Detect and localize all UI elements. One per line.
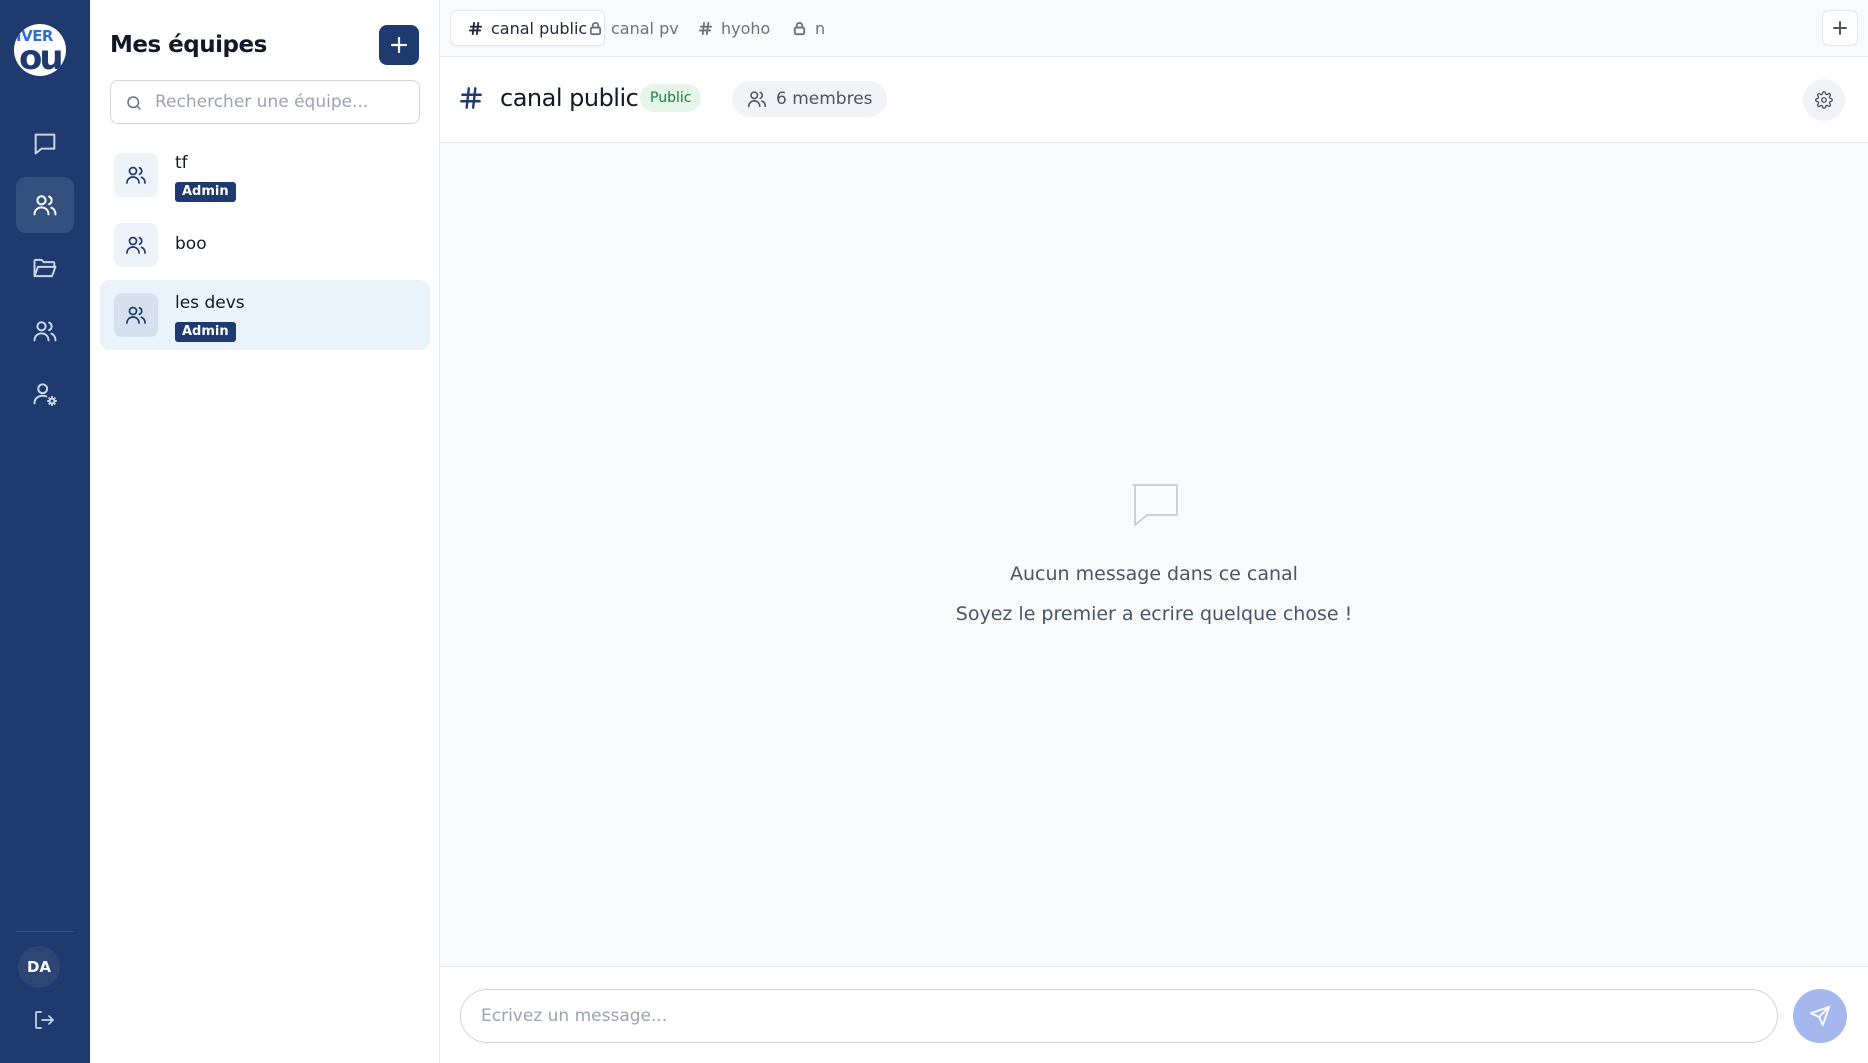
visibility-badge: Public [640,84,702,112]
chat-bubble-icon [1127,477,1183,533]
team-item-boo[interactable]: boo [100,210,430,280]
lock-icon [589,21,602,35]
team-search [110,80,420,124]
team-item-les-devs[interactable]: les devs Admin [100,280,430,350]
gear-icon [1815,91,1833,109]
teams-panel-title: Mes équipes [110,32,267,58]
users-icon [126,166,146,184]
role-badge: Admin [175,182,236,202]
tab-label: canal pv [611,18,679,38]
message-list: Aucun message dans ce canal Soyez le pre… [440,143,1868,966]
plus-icon [1833,21,1847,35]
lock-icon [793,21,806,35]
users-icon [33,195,57,216]
channel-view: canal public canal pv hyoho n canal publ… [440,0,1868,1063]
tab-label: n [815,18,826,38]
logo-text-bottom: ou [19,38,64,76]
team-name: boo [175,234,207,254]
team-name: les devs [175,293,245,313]
user-cog-icon [33,383,58,407]
members-button[interactable]: 6 membres [732,81,887,117]
hash-icon [468,21,483,35]
team-item-tf[interactable]: tf Admin [100,140,430,210]
add-channel-button[interactable] [1822,10,1858,46]
send-icon [1809,1005,1831,1027]
users-icon [126,236,146,254]
users-icon [126,306,146,324]
chat-bubble-icon [34,133,56,155]
folder-open-icon [33,258,57,278]
search-icon [127,96,141,110]
logout-button[interactable] [29,1005,59,1035]
rail-teams-button[interactable] [16,177,74,233]
logout-icon [35,1011,54,1029]
users-icon [33,321,57,342]
message-composer [440,966,1868,1063]
empty-state-title: Aucun message dans ce canal [1010,563,1298,585]
send-button[interactable] [1793,989,1847,1043]
message-input[interactable] [460,989,1778,1043]
team-avatar [114,223,158,267]
rail-user-settings-button[interactable] [16,366,74,422]
rail-files-button[interactable] [16,240,74,296]
plus-icon [390,36,408,54]
rail-messages-button[interactable] [16,116,74,172]
hash-icon [698,21,713,35]
team-avatar [114,153,158,197]
rail-divider [16,931,74,932]
add-team-button[interactable] [379,25,419,65]
app-rail: IVER ou DA [0,0,90,1063]
app-logo[interactable]: IVER ou [14,24,66,76]
team-search-input[interactable] [155,81,415,123]
team-name: tf [175,153,188,173]
tab-hyoho[interactable]: hyoho [681,10,787,46]
channel-tabs: canal public canal pv hyoho n [440,0,1868,57]
channel-header: canal public Public 6 membres [440,57,1868,143]
rail-contacts-button[interactable] [16,303,74,359]
team-avatar [114,293,158,337]
role-badge: Admin [175,322,236,342]
tab-label: hyoho [721,18,771,38]
channel-settings-button[interactable] [1803,79,1845,121]
empty-state-subtitle: Soyez le premier a ecrire quelque chose … [955,603,1353,625]
tab-n[interactable]: n [775,10,842,46]
tab-canal-pv[interactable]: canal pv [571,10,696,46]
channel-title: canal public [500,84,639,112]
users-icon [747,91,767,108]
members-count: 6 membres [776,89,873,109]
teams-panel: Mes équipes tf Admin boo les devs Admin [90,0,440,1063]
user-avatar[interactable]: DA [18,946,60,988]
hash-icon [458,85,484,111]
